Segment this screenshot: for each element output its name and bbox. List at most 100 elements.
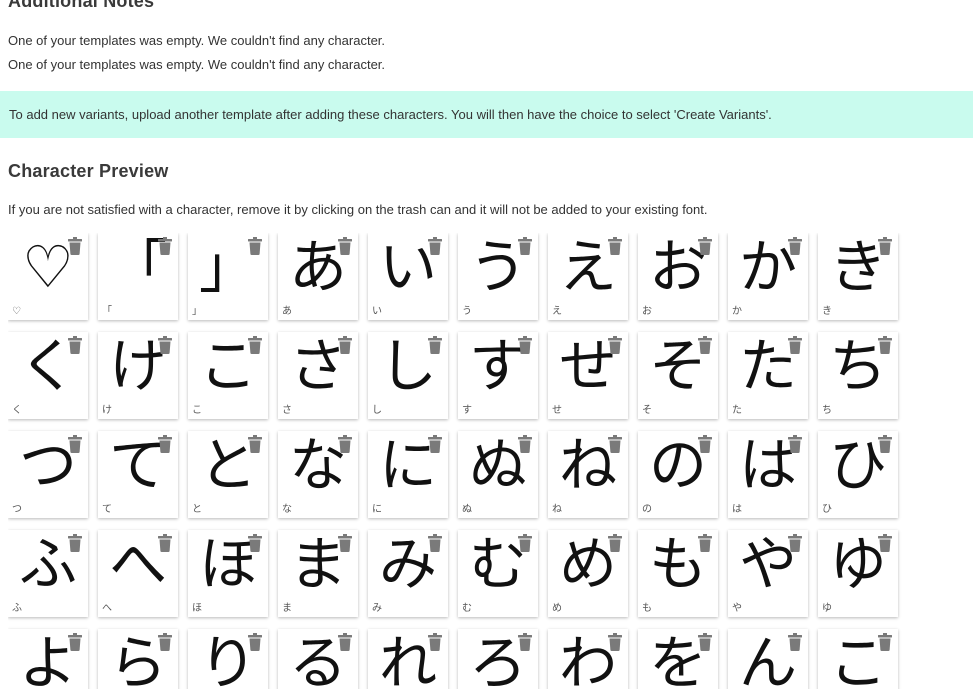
character-card: 「「 <box>98 233 178 320</box>
trash-can-icon[interactable] <box>698 336 712 354</box>
trash-can-icon[interactable] <box>608 633 622 651</box>
character-label: け <box>102 405 112 416</box>
trash-can-icon[interactable] <box>68 237 82 255</box>
character-label: き <box>822 306 832 317</box>
character-card: るる <box>278 629 358 689</box>
trash-can-icon[interactable] <box>428 435 442 453</box>
character-card: かか <box>728 233 808 320</box>
trash-can-icon[interactable] <box>158 633 172 651</box>
trash-can-icon[interactable] <box>338 633 352 651</box>
character-label: こ <box>192 405 202 416</box>
trash-can-icon[interactable] <box>518 633 532 651</box>
character-label: す <box>462 405 472 416</box>
character-label: ひ <box>822 504 832 515</box>
character-label: み <box>372 603 382 614</box>
trash-can-icon[interactable] <box>878 534 892 552</box>
character-card: ゆゆ <box>818 530 898 617</box>
trash-can-icon[interactable] <box>158 534 172 552</box>
character-label: い <box>372 306 382 317</box>
trash-can-icon[interactable] <box>248 534 262 552</box>
trash-can-icon[interactable] <box>428 534 442 552</box>
trash-can-icon[interactable] <box>338 534 352 552</box>
character-label: ゆ <box>822 603 832 614</box>
trash-can-icon[interactable] <box>158 336 172 354</box>
character-card: くく <box>8 332 88 419</box>
trash-can-icon[interactable] <box>158 237 172 255</box>
character-card: ささ <box>278 332 358 419</box>
trash-can-icon[interactable] <box>608 534 622 552</box>
character-card: れれ <box>368 629 448 689</box>
character-card: つつ <box>8 431 88 518</box>
character-card: よよ <box>8 629 88 689</box>
character-card: けけ <box>98 332 178 419</box>
trash-can-icon[interactable] <box>428 237 442 255</box>
trash-can-icon[interactable] <box>68 336 82 354</box>
character-label: 」 <box>192 306 202 317</box>
character-label: あ <box>282 306 292 317</box>
character-card: なな <box>278 431 358 518</box>
character-card: ここ <box>188 332 268 419</box>
character-label: の <box>642 504 652 515</box>
trash-can-icon[interactable] <box>878 336 892 354</box>
info-banner: To add new variants, upload another temp… <box>0 91 973 138</box>
trash-can-icon[interactable] <box>518 534 532 552</box>
trash-can-icon[interactable] <box>518 237 532 255</box>
character-card: もも <box>638 530 718 617</box>
character-label: ま <box>282 603 292 614</box>
character-label: 「 <box>102 306 112 317</box>
trash-can-icon[interactable] <box>608 237 622 255</box>
trash-can-icon[interactable] <box>608 435 622 453</box>
trash-can-icon[interactable] <box>698 633 712 651</box>
trash-can-icon[interactable] <box>608 336 622 354</box>
trash-can-icon[interactable] <box>68 534 82 552</box>
trash-can-icon[interactable] <box>428 633 442 651</box>
trash-can-icon[interactable] <box>878 435 892 453</box>
trash-can-icon[interactable] <box>878 633 892 651</box>
trash-can-icon[interactable] <box>788 237 802 255</box>
preview-description: If you are not satisfied with a characte… <box>8 202 708 217</box>
trash-can-icon[interactable] <box>698 237 712 255</box>
trash-can-icon[interactable] <box>788 435 802 453</box>
character-card: へへ <box>98 530 178 617</box>
character-card: ちち <box>818 332 898 419</box>
trash-can-icon[interactable] <box>698 435 712 453</box>
character-label: と <box>192 504 202 515</box>
character-label: え <box>552 306 562 317</box>
trash-can-icon[interactable] <box>788 534 802 552</box>
character-card: しし <box>368 332 448 419</box>
character-label: せ <box>552 405 562 416</box>
character-label: そ <box>642 405 652 416</box>
trash-can-icon[interactable] <box>338 435 352 453</box>
character-label: む <box>462 603 472 614</box>
character-card: みみ <box>368 530 448 617</box>
character-label: ほ <box>192 603 202 614</box>
character-label: ふ <box>12 603 22 614</box>
trash-can-icon[interactable] <box>248 633 262 651</box>
trash-can-icon[interactable] <box>428 336 442 354</box>
character-card: ふふ <box>8 530 88 617</box>
character-label: さ <box>282 405 292 416</box>
trash-can-icon[interactable] <box>68 435 82 453</box>
character-card: んん <box>728 629 808 689</box>
note-line: One of your templates was empty. We coul… <box>8 33 386 48</box>
trash-can-icon[interactable] <box>68 633 82 651</box>
trash-can-icon[interactable] <box>338 237 352 255</box>
character-label: も <box>642 603 652 614</box>
trash-can-icon[interactable] <box>338 336 352 354</box>
character-label: た <box>732 405 742 416</box>
trash-can-icon[interactable] <box>518 435 532 453</box>
trash-can-icon[interactable] <box>788 336 802 354</box>
trash-can-icon[interactable] <box>248 237 262 255</box>
character-card: にに <box>368 431 448 518</box>
trash-can-icon[interactable] <box>518 336 532 354</box>
character-card: すす <box>458 332 538 419</box>
character-card: りり <box>188 629 268 689</box>
trash-can-icon[interactable] <box>248 435 262 453</box>
character-label: ね <box>552 504 562 515</box>
character-label: し <box>372 405 382 416</box>
trash-can-icon[interactable] <box>248 336 262 354</box>
trash-can-icon[interactable] <box>878 237 892 255</box>
trash-can-icon[interactable] <box>788 633 802 651</box>
trash-can-icon[interactable] <box>158 435 172 453</box>
trash-can-icon[interactable] <box>698 534 712 552</box>
